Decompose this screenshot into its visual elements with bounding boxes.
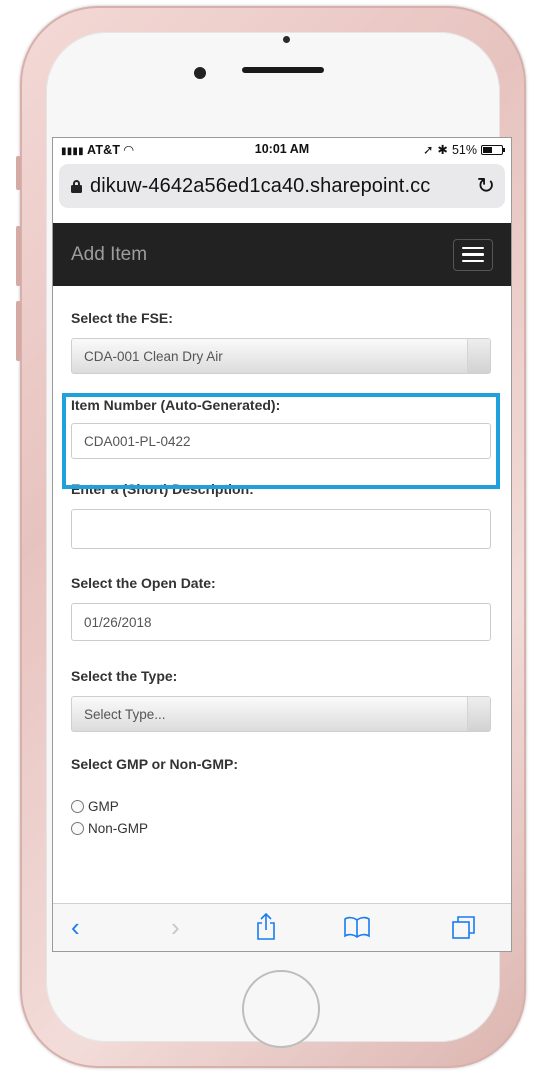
chevron-down-icon [467,339,490,373]
bookmarks-icon-svg [344,916,370,938]
share-icon[interactable] [255,912,277,942]
non-gmp-radio[interactable] [71,821,84,835]
type-label: Select the Type: [71,668,178,684]
share-icon-svg [257,913,275,940]
add-item-form: Select the FSE: CDA-001 Clean Dry Air It… [62,310,500,838]
address-bar[interactable]: dikuw-4642a56ed1ca40.sharepoint.cc ↻ [59,164,505,208]
home-button[interactable] [242,970,320,1048]
earpiece-speaker [242,67,324,73]
battery-icon [481,144,505,155]
gmp-radio[interactable] [71,799,84,813]
fse-select[interactable]: CDA-001 Clean Dry Air [71,338,491,374]
url-text: dikuw-4642a56ed1ca40.sharepoint.cc [90,174,431,197]
type-select-value: Select Type... [84,706,166,722]
phone-screen: ▮▮▮▮ AT&T ◠ 10:01 AM ➚ ✱ 51% dikuw-4642a… [52,137,512,952]
type-select[interactable]: Select Type... [71,696,491,732]
lock-icon [71,179,82,193]
bluetooth-icon: ✱ [437,143,448,157]
gmp-label: Select GMP or Non-GMP: [71,756,238,772]
location-icon: ➚ [423,143,434,157]
app-navbar: Add Item [53,223,511,286]
reload-icon[interactable]: ↻ [477,173,495,199]
fse-label: Select the FSE: [71,310,173,326]
volume-down-button [16,301,21,361]
tabs-icon[interactable] [451,912,477,942]
non-gmp-option[interactable]: Non-GMP [71,818,491,838]
gmp-option-label: GMP [88,798,119,814]
status-bar: ▮▮▮▮ AT&T ◠ 10:01 AM ➚ ✱ 51% [53,138,511,160]
item-number-highlight [62,393,500,489]
back-icon[interactable]: ‹ [71,912,80,942]
tabs-icon-svg [452,916,475,939]
front-camera [194,67,206,79]
fse-select-value: CDA-001 Clean Dry Air [84,348,223,364]
non-gmp-option-label: Non-GMP [88,820,149,836]
volume-up-button [16,226,21,286]
open-date-field[interactable]: 01/26/2018 [71,603,491,641]
mute-switch [16,156,21,190]
menu-icon[interactable] [453,238,493,271]
bookmarks-icon[interactable] [343,912,371,942]
safari-toolbar: ‹ › [53,903,511,951]
battery-level [483,146,493,153]
forward-icon[interactable]: › [171,912,180,942]
description-field[interactable] [71,509,491,549]
open-date-label: Select the Open Date: [71,575,216,591]
proximity-sensor [283,36,290,43]
page-title: Add Item [71,243,148,265]
battery-percent: 51% [451,142,477,157]
chevron-down-icon [467,697,490,731]
gmp-option[interactable]: GMP [71,796,491,816]
